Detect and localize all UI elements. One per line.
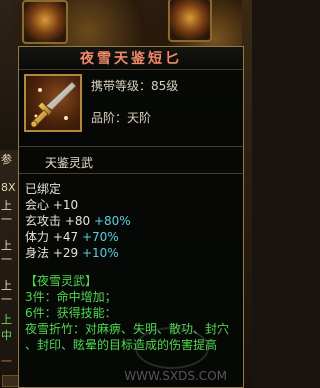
dagger-icon bbox=[24, 74, 82, 132]
side-label: 8X bbox=[1, 181, 16, 194]
item-category: 天鉴灵武 bbox=[45, 156, 94, 170]
stat-bonus: +70% bbox=[81, 230, 119, 244]
stat-bonus: +10% bbox=[81, 246, 119, 260]
item-slot-left[interactable] bbox=[22, 0, 68, 44]
set-name: 【夜雪灵武】 bbox=[25, 274, 98, 288]
side-label: 一 bbox=[1, 253, 12, 266]
stat-bonus: +80% bbox=[93, 214, 131, 228]
level-requirement: 携带等级：85级 bbox=[91, 79, 179, 93]
side-label: 中 bbox=[1, 329, 12, 342]
stat-line: 会心 +10 bbox=[25, 198, 79, 212]
side-label: 一 bbox=[1, 213, 12, 226]
item-slot-right[interactable] bbox=[168, 0, 212, 42]
stat-line: 玄攻击 +80 +80% bbox=[25, 214, 131, 228]
side-label[interactable]: 上 bbox=[1, 240, 12, 252]
stat-line: 身法 +29 +10% bbox=[25, 246, 119, 260]
side-label: 一 bbox=[1, 355, 12, 368]
set-bonus-line: 夜雪折竹：对麻痹、失明、散功、封穴 bbox=[25, 322, 230, 336]
bind-status: 已绑定 bbox=[25, 182, 62, 196]
side-label: 参 bbox=[1, 153, 12, 166]
set-bonus-line: 3件：命中增加； bbox=[25, 290, 117, 304]
item-grade: 品阶：天阶 bbox=[91, 111, 152, 125]
watermark-logo bbox=[135, 327, 209, 369]
stat-line: 体力 +47 +70% bbox=[25, 230, 119, 244]
side-label[interactable]: 上 bbox=[1, 280, 12, 292]
divider bbox=[19, 173, 243, 174]
item-name: 夜雪天鉴短匕 bbox=[80, 51, 182, 67]
watermark: WWW.SXDS.COM bbox=[124, 369, 227, 383]
side-label: 一 bbox=[1, 293, 12, 306]
side-label[interactable]: 上 bbox=[1, 314, 12, 326]
tooltip-title-bar: 夜雪天鉴短匕 bbox=[19, 47, 243, 70]
item-tooltip: 夜雪天鉴短匕 携带等级：85级 品阶：天阶 天鉴灵武 已绑定 会心 +10 玄攻… bbox=[18, 46, 244, 388]
side-label[interactable]: 上 bbox=[1, 200, 12, 212]
item-attributes: 已绑定 会心 +10 玄攻击 +80 +80% 体力 +47 +70% 身法 +… bbox=[25, 181, 237, 353]
divider bbox=[19, 146, 243, 147]
set-bonus-line: 6件：获得技能： bbox=[25, 306, 117, 320]
